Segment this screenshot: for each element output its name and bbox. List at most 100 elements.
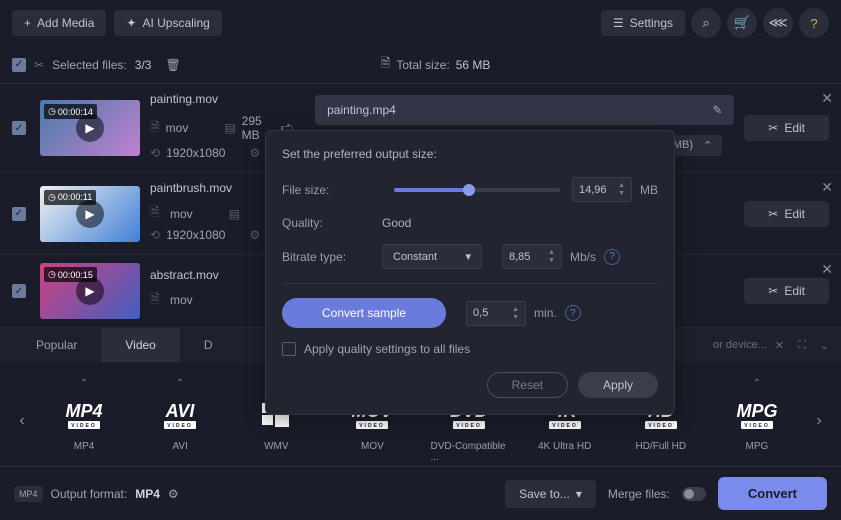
quality-label: Quality: — [282, 216, 382, 230]
thumbnail[interactable]: ◷ 00:00:15 ▶ — [40, 263, 140, 319]
format-label: AVI — [172, 441, 187, 452]
scissors-icon: ✂ — [768, 284, 778, 298]
scroll-right-button[interactable]: › — [807, 412, 831, 430]
gear-icon[interactable]: ⚙ — [168, 487, 179, 501]
apply-button[interactable]: Apply — [578, 372, 658, 398]
sliders-icon: ☰ — [613, 16, 624, 30]
ai-upscaling-label: AI Upscaling — [142, 16, 209, 30]
search-placeholder[interactable]: or device... — [713, 339, 767, 351]
format-label: 4K Ultra HD — [538, 441, 591, 452]
filesize-unit: MB — [640, 183, 658, 197]
quality-value: Good — [382, 216, 411, 230]
duration-badge: ◷ 00:00:15 — [44, 267, 97, 282]
output-filename: painting.mp4 — [327, 103, 704, 117]
file-checkbox[interactable]: ✓ — [12, 121, 26, 135]
duration-badge: ◷ 00:00:14 — [44, 104, 97, 119]
svg-text:MP4: MP4 — [66, 401, 103, 421]
format-logo: MP4VIDEO — [48, 393, 120, 437]
format-label: HD/Full HD — [636, 441, 687, 452]
tab-video[interactable]: Video — [101, 328, 179, 362]
close-icon[interactable]: ✕ — [821, 90, 833, 107]
save-to-button[interactable]: Save to... ▾ — [505, 480, 596, 508]
selected-files-count: 3/3 — [135, 58, 152, 72]
duration-badge: ◷ 00:00:11 — [44, 190, 96, 205]
format-card-avi[interactable]: ⌃AVIVIDEOAVI — [136, 372, 224, 469]
file-format: mov — [166, 121, 189, 135]
apply-all-checkbox[interactable] — [282, 342, 296, 356]
settings-icon: ⚙ — [249, 228, 260, 242]
bitrate-input[interactable]: 8,85▲▼ — [502, 244, 562, 269]
share-icon-button[interactable]: ⋘ — [763, 8, 793, 38]
total-size-value: 56 MB — [456, 58, 491, 72]
format-logo: MPGVIDEO — [721, 393, 793, 437]
tab-popular[interactable]: Popular — [12, 328, 101, 362]
add-media-label: Add Media — [37, 16, 94, 30]
convert-sample-button[interactable]: Convert sample — [282, 298, 446, 328]
file-checkbox[interactable]: ✓ — [12, 284, 26, 298]
convert-button[interactable]: Convert — [718, 477, 827, 510]
spinner-icon[interactable]: ▲▼ — [618, 182, 625, 197]
thumbnail[interactable]: ◷ 00:00:11 ▶ — [40, 186, 140, 242]
chevron-down-icon: ▾ — [576, 487, 582, 501]
sample-min-input[interactable]: 0,5▲▼ — [466, 301, 526, 326]
trash-icon[interactable]: 🗑 — [165, 58, 180, 72]
merge-label: Merge files: — [608, 487, 670, 501]
resolution-icon: ⟲ — [150, 146, 160, 160]
filesize-input[interactable]: 14,96▲▼ — [572, 177, 632, 202]
add-media-button[interactable]: +Add Media — [12, 10, 106, 36]
format-icon: 🗎 — [150, 290, 164, 311]
cart-icon-button[interactable]: 🛒 — [727, 8, 757, 38]
svg-text:VIDEO: VIDEO — [744, 423, 770, 429]
settings-button[interactable]: ☰ Settings — [601, 10, 685, 36]
size-icon: ▤ — [224, 121, 235, 135]
reset-button[interactable]: Reset — [487, 372, 568, 398]
file-size: 295 MB — [242, 114, 262, 142]
spinner-icon[interactable]: ▲▼ — [512, 306, 519, 321]
chevron-down-icon[interactable]: ⌄ — [820, 339, 829, 352]
clear-search-icon[interactable]: ✕ — [775, 339, 784, 352]
bitrate-type-select[interactable]: Constant▾ — [382, 244, 482, 269]
bitrate-type-label: Bitrate type: — [282, 250, 382, 264]
format-card-mp4[interactable]: ⌃MP4VIDEOMP4 — [40, 372, 128, 469]
help-icon-button[interactable]: ? — [799, 8, 829, 38]
search-icon-button[interactable]: ⌕ — [691, 8, 721, 38]
file-icon: 🗎 — [381, 54, 391, 75]
resolution-icon: ⟲ — [150, 228, 160, 242]
filesize-slider[interactable] — [394, 188, 560, 192]
format-badge-icon: MP4 — [14, 486, 43, 502]
edit-button[interactable]: ✂ Edit — [744, 278, 829, 304]
spinner-icon[interactable]: ▲▼ — [548, 249, 555, 264]
edit-button[interactable]: ✂Edit — [744, 115, 829, 141]
merge-toggle[interactable] — [682, 487, 706, 501]
edit-button[interactable]: ✂Edit — [744, 201, 829, 227]
scissors-icon: ✂ — [768, 207, 778, 221]
format-label: DVD-Compatible ... — [431, 441, 507, 463]
chevron-up-icon: ⌃ — [703, 139, 712, 152]
settings-icon: ⚙ — [249, 146, 260, 160]
chevron-down-icon: ▾ — [465, 250, 471, 263]
scroll-left-button[interactable]: ‹ — [10, 412, 34, 430]
filesize-label: File size: — [282, 183, 382, 197]
expand-icon[interactable]: ⛶ — [798, 339, 806, 352]
tab-devices[interactable]: D — [180, 328, 219, 362]
edit-label: Edit — [784, 284, 805, 298]
format-label: MP4 — [74, 441, 95, 452]
format-label: MOV — [361, 441, 384, 452]
save-to-label: Save to... — [519, 487, 570, 501]
file-checkbox[interactable]: ✓ — [12, 207, 26, 221]
settings-label: Settings — [630, 16, 673, 30]
selected-files-label: Selected files: — [52, 58, 127, 72]
close-icon[interactable]: ✕ — [821, 179, 833, 196]
sample-unit: min. — [534, 306, 557, 320]
format-card-mpg[interactable]: ⌃MPGVIDEOMPG — [713, 372, 801, 469]
chevron-up-icon: ⌃ — [176, 378, 184, 389]
select-all-checkbox[interactable]: ✓ — [12, 58, 26, 72]
help-icon[interactable]: ? — [565, 305, 581, 321]
help-icon[interactable]: ? — [604, 249, 620, 265]
thumbnail[interactable]: ◷ 00:00:14 ▶ — [40, 100, 140, 156]
close-icon[interactable]: ✕ — [821, 261, 833, 278]
chevron-up-icon: ⌃ — [80, 378, 88, 389]
file-name: paintbrush.mov — [150, 181, 260, 195]
ai-upscaling-button[interactable]: ✦AI Upscaling — [114, 10, 221, 36]
edit-name-icon[interactable]: ✎ — [712, 103, 722, 117]
